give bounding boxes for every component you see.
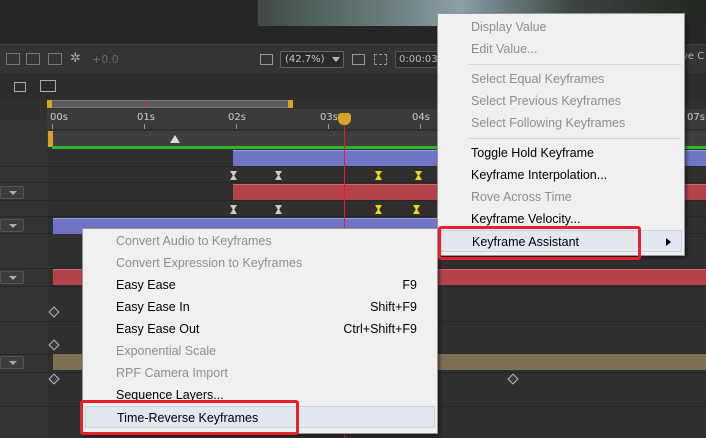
ruler-label: 00s bbox=[50, 112, 68, 123]
keyframe[interactable] bbox=[275, 171, 282, 180]
menu-item-label: Easy Ease bbox=[116, 278, 176, 292]
keyframe[interactable] bbox=[230, 205, 237, 214]
keyframe[interactable] bbox=[230, 171, 237, 180]
ruler-label: 01s bbox=[137, 112, 155, 123]
keyframe-selected[interactable] bbox=[415, 171, 422, 180]
menu-item-exponential-scale[interactable]: Exponential Scale bbox=[85, 340, 435, 362]
menu-item-select-previous-keyframes[interactable]: Select Previous Keyframes bbox=[440, 90, 682, 112]
layer-toolbar: ✲ +0.0 bbox=[0, 44, 250, 74]
navigator-start-handle[interactable] bbox=[48, 131, 53, 147]
menu-item-convert-expression-to-keyframes[interactable]: Convert Expression to Keyframes bbox=[85, 252, 435, 274]
transparency-grid-icon[interactable] bbox=[26, 53, 40, 65]
work-area-end-handle[interactable] bbox=[288, 100, 293, 108]
shortcut-label: F9 bbox=[402, 278, 417, 292]
layer-bar[interactable] bbox=[233, 150, 438, 166]
blend-mode-dropdown[interactable] bbox=[0, 271, 24, 284]
keyframe-selected[interactable] bbox=[375, 205, 382, 214]
work-area-time-mark bbox=[146, 100, 147, 108]
work-area-start-handle[interactable] bbox=[47, 100, 52, 108]
menu-item-label: Exponential Scale bbox=[116, 344, 217, 358]
menu-item-rove-across-time[interactable]: Rove Across Time bbox=[440, 186, 682, 208]
layer-bar[interactable] bbox=[233, 184, 438, 200]
current-time-indicator-head[interactable] bbox=[338, 113, 351, 125]
menu-item-label: Easy Ease In bbox=[116, 300, 190, 314]
menu-item-easy-ease-in[interactable]: Easy Ease In Shift+F9 bbox=[85, 296, 435, 318]
chevron-down-icon[interactable] bbox=[332, 57, 340, 62]
region-of-interest-icon[interactable] bbox=[260, 54, 273, 65]
menu-item-easy-ease-out[interactable]: Easy Ease Out Ctrl+Shift+F9 bbox=[85, 318, 435, 340]
layer-grid-icon[interactable] bbox=[6, 53, 20, 65]
ruler-label: 02s bbox=[228, 112, 246, 123]
comp-marker-icon[interactable] bbox=[14, 82, 26, 92]
graph-editor-icon[interactable] bbox=[40, 80, 56, 92]
menu-item-easy-ease[interactable]: Easy Ease F9 bbox=[85, 274, 435, 296]
menu-item-label: Easy Ease Out bbox=[116, 322, 200, 336]
keyframe-selected[interactable] bbox=[413, 205, 420, 214]
shortcut-label: Shift+F9 bbox=[370, 300, 417, 314]
menu-item-convert-audio-to-keyframes[interactable]: Convert Audio to Keyframes bbox=[85, 230, 435, 252]
ruler-tick bbox=[420, 124, 421, 129]
keyframe[interactable] bbox=[275, 205, 282, 214]
motion-blur-icon[interactable]: ✲ bbox=[70, 51, 81, 66]
keyframe-diamond[interactable] bbox=[48, 306, 60, 318]
menu-item-toggle-hold-keyframe[interactable]: Toggle Hold Keyframe bbox=[440, 142, 682, 164]
blend-mode-dropdown[interactable] bbox=[0, 186, 24, 199]
annotation-highlight-box bbox=[80, 400, 299, 435]
current-time-display[interactable]: 0:00:03 bbox=[395, 51, 439, 68]
menu-item-display-value[interactable]: Display Value bbox=[440, 16, 682, 38]
ruler-tick bbox=[52, 124, 53, 129]
ruler-label: 03s bbox=[320, 112, 338, 123]
safe-margins-icon[interactable] bbox=[374, 54, 387, 65]
menu-item-label: RPF Camera Import bbox=[116, 366, 228, 380]
menu-separator bbox=[468, 64, 681, 65]
offset-value: +0.0 bbox=[92, 53, 119, 66]
shortcut-label: Ctrl+Shift+F9 bbox=[343, 322, 417, 336]
menu-item-select-following-keyframes[interactable]: Select Following Keyframes bbox=[440, 112, 682, 134]
keyframe-diamond[interactable] bbox=[48, 339, 60, 351]
menu-item-edit-value[interactable]: Edit Value... bbox=[440, 38, 682, 60]
keyframe-diamond[interactable] bbox=[48, 373, 60, 385]
ruler-tick bbox=[328, 124, 329, 129]
ruler-label: 07s bbox=[687, 112, 705, 123]
menu-item-select-equal-keyframes[interactable]: Select Equal Keyframes bbox=[440, 68, 682, 90]
ruler-tick bbox=[144, 124, 145, 129]
viewer-label-cut: ve C bbox=[682, 51, 705, 62]
marker-icon[interactable] bbox=[170, 135, 180, 143]
keyframe-context-menu: Display Value Edit Value... Select Equal… bbox=[437, 13, 685, 256]
ruler-tick bbox=[236, 124, 237, 129]
menu-item-keyframe-interpolation[interactable]: Keyframe Interpolation... bbox=[440, 164, 682, 186]
annotation-highlight-box bbox=[438, 226, 641, 260]
menu-separator bbox=[468, 138, 681, 139]
menu-item-rpf-camera-import[interactable]: RPF Camera Import bbox=[85, 362, 435, 384]
layers-icon[interactable] bbox=[48, 53, 62, 65]
keyframe-diamond[interactable] bbox=[507, 373, 519, 385]
menu-item-label: Convert Expression to Keyframes bbox=[116, 256, 303, 270]
menu-item-label: Convert Audio to Keyframes bbox=[116, 234, 272, 248]
work-area-bar[interactable] bbox=[47, 100, 293, 108]
blend-mode-dropdown[interactable] bbox=[0, 356, 24, 369]
submenu-arrow-icon bbox=[666, 238, 671, 246]
blend-mode-dropdown[interactable] bbox=[0, 219, 24, 232]
ruler-label: 04s bbox=[412, 112, 430, 123]
grid-toggle-icon[interactable] bbox=[352, 54, 365, 65]
keyframe-selected[interactable] bbox=[375, 171, 382, 180]
